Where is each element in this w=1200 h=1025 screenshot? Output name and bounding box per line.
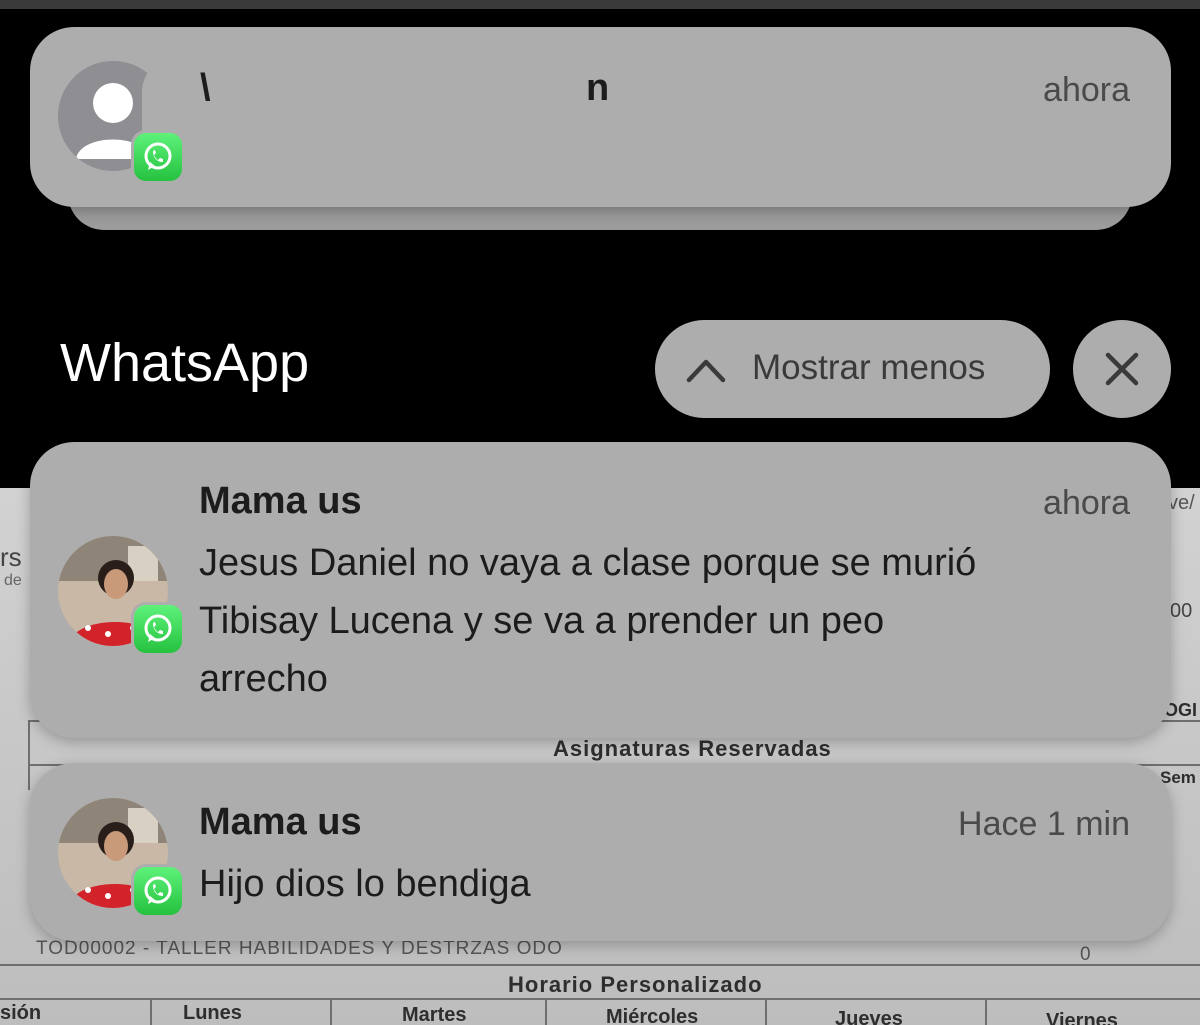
notification-card[interactable]: Mama us ahora Jesus Daniel no vaya a cla…	[30, 442, 1171, 738]
doc-rule	[150, 998, 152, 1025]
show-less-button[interactable]: Mostrar menos	[655, 320, 1050, 418]
notification-card[interactable]: Mama us Hace 1 min Hijo dios lo bendiga	[30, 763, 1171, 941]
doc-edge-text: rs	[0, 542, 22, 572]
whatsapp-icon	[134, 133, 182, 181]
doc-section-heading: Horario Personalizado	[508, 972, 763, 997]
doc-edge-text: 00	[1170, 600, 1193, 622]
doc-section-heading: Asignaturas Reservadas	[553, 736, 832, 761]
message-text: Jesus Daniel no vaya a clase porque se m…	[199, 534, 976, 708]
notification-time: Hace 1 min	[958, 805, 1130, 843]
doc-edge-text: ve/	[1168, 492, 1195, 514]
chevron-up-icon	[686, 359, 726, 383]
doc-rule	[0, 998, 1200, 1000]
notification-time: ahora	[1043, 71, 1130, 109]
show-less-label: Mostrar menos	[752, 348, 986, 387]
notification-card-top[interactable]: \ n ahora	[30, 27, 1171, 207]
sender-name: Mama us	[199, 480, 362, 522]
close-icon	[1105, 352, 1139, 386]
group-title: WhatsApp	[60, 333, 310, 393]
whatsapp-icon	[134, 605, 182, 653]
doc-rule	[545, 998, 547, 1025]
sender-name: Mama us	[199, 801, 362, 843]
doc-rule	[985, 998, 987, 1025]
doc-day-label: sión	[0, 1002, 42, 1024]
doc-day-label: Miércoles	[606, 1006, 699, 1025]
sender-name-partial: \	[200, 67, 211, 109]
message-line: Hijo dios lo bendiga	[199, 863, 531, 905]
message-line: Jesus Daniel no vaya a clase porque se m…	[199, 542, 977, 584]
sender-name-partial: n	[586, 67, 610, 109]
message-line: Tibisay Lucena y se va a prender un peo	[199, 600, 885, 642]
doc-edge-text: de	[4, 572, 22, 589]
doc-day-label: Lunes	[183, 1002, 242, 1024]
doc-day-label: Jueves	[835, 1008, 903, 1025]
doc-day-label: Viernes	[1046, 1010, 1118, 1025]
doc-rule	[0, 964, 1200, 966]
doc-course-row: TOD00002 - TALLER HABILIDADES Y DESTRZAS…	[36, 938, 563, 959]
status-strip	[0, 0, 1200, 9]
doc-rule	[28, 720, 30, 790]
doc-rule	[330, 998, 332, 1025]
notification-time: ahora	[1043, 484, 1130, 522]
whatsapp-icon	[134, 867, 182, 915]
message-text: Hijo dios lo bendiga	[199, 855, 531, 913]
doc-day-label: Martes	[402, 1004, 467, 1025]
doc-rule	[765, 998, 767, 1025]
message-line: arrecho	[199, 658, 328, 700]
close-button[interactable]	[1073, 320, 1171, 418]
doc-course-value: 0	[1080, 944, 1092, 965]
